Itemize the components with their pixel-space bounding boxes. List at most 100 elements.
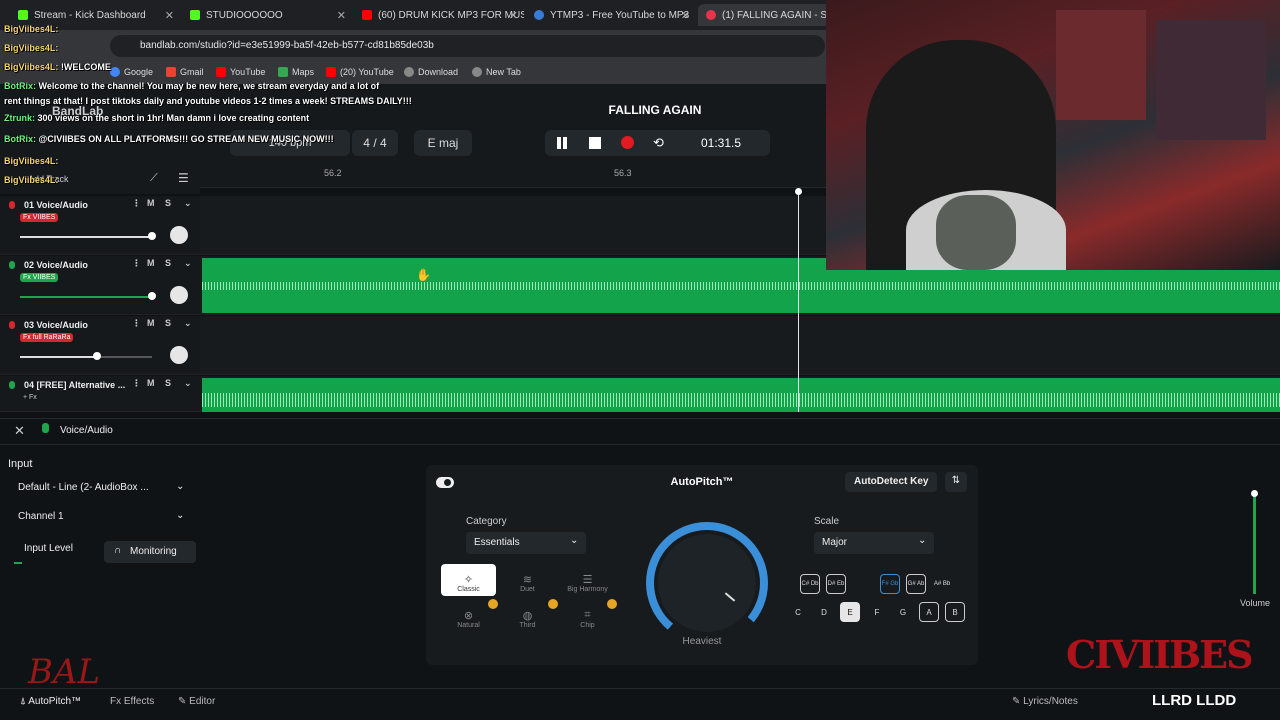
mute-button[interactable]: M bbox=[147, 198, 155, 208]
monitoring-button[interactable]: ∩ Monitoring bbox=[104, 541, 196, 563]
bookmark-gmail[interactable]: Gmail bbox=[166, 67, 204, 77]
track-header-02[interactable]: 02 Voice/Audio Fx VIIBES ⋮ M S ⌄ bbox=[0, 256, 200, 315]
input-device-select[interactable]: Default - Line (2- AudioBox ... ⌄ bbox=[8, 478, 194, 500]
more-icon[interactable]: ⋮ bbox=[132, 318, 141, 329]
mute-button[interactable]: M bbox=[147, 258, 155, 268]
solo-button[interactable]: S bbox=[165, 318, 171, 328]
track-header-03[interactable]: 03 Voice/Audio Fx full RaRaRa ⋮ M S ⌄ bbox=[0, 316, 200, 375]
effect-duet[interactable]: ≋ Duet bbox=[500, 564, 555, 596]
close-icon[interactable]: ✕ bbox=[165, 9, 174, 22]
tab-drum-kick[interactable]: (60) DRUM KICK MP3 FOR MUS ✕ bbox=[354, 4, 524, 26]
chevron-down-icon[interactable]: ⌄ bbox=[184, 378, 192, 389]
note-g-sharp[interactable]: G# Ab bbox=[906, 574, 926, 594]
bookmark-label: Maps bbox=[292, 67, 315, 77]
ruler-mark: 56.2 bbox=[324, 168, 342, 178]
note-f[interactable]: F bbox=[867, 602, 887, 622]
more-icon[interactable]: ⋮ bbox=[132, 378, 141, 389]
note-g[interactable]: G bbox=[893, 602, 913, 622]
lyrics-notes-button[interactable]: ✎ Lyrics/Notes bbox=[1012, 696, 1078, 707]
more-icon[interactable]: ⋮ bbox=[132, 198, 141, 209]
filter-icon[interactable]: ☰ bbox=[178, 171, 189, 185]
stop-icon[interactable] bbox=[589, 137, 601, 149]
tab-editor[interactable]: ✎ Editor bbox=[178, 696, 215, 707]
tab-effects[interactable]: Fx Effects bbox=[110, 696, 154, 707]
note-d-sharp[interactable]: D# Eb bbox=[826, 574, 846, 594]
playhead-handle[interactable] bbox=[795, 188, 802, 195]
track-lane-03[interactable] bbox=[200, 316, 1280, 375]
close-icon[interactable]: ✕ bbox=[14, 423, 25, 439]
fx-badge[interactable]: Fx full RaRaRa bbox=[20, 333, 74, 342]
effect-third[interactable]: ◍ Third bbox=[500, 600, 555, 632]
audio-clip[interactable] bbox=[202, 378, 1280, 412]
note-a-sharp[interactable]: A# Bb bbox=[932, 574, 952, 594]
time-signature[interactable]: 4 / 4 bbox=[352, 130, 398, 156]
tab-falling-again[interactable]: (1) FALLING AGAIN - Studio bbox=[698, 4, 838, 26]
pan-knob[interactable] bbox=[170, 286, 188, 304]
volume-handle[interactable] bbox=[1251, 490, 1258, 497]
playhead[interactable] bbox=[798, 190, 799, 412]
solo-button[interactable]: S bbox=[165, 198, 171, 208]
mute-button[interactable]: M bbox=[147, 378, 155, 388]
note-f-sharp[interactable]: F# Gb bbox=[880, 574, 900, 594]
category-label: Category bbox=[466, 516, 507, 527]
bookmark-youtube-20[interactable]: (20) YouTube bbox=[326, 67, 394, 77]
chevron-down-icon[interactable]: ⌄ bbox=[184, 258, 192, 269]
category-select[interactable]: Essentials ⌄ bbox=[466, 532, 586, 554]
volume-meter[interactable] bbox=[1253, 494, 1256, 594]
chevron-down-icon[interactable]: ⌄ bbox=[184, 198, 192, 209]
volume-slider[interactable] bbox=[20, 296, 152, 298]
url-input[interactable]: bandlab.com/studio?id=e3e51999-ba5f-42eb… bbox=[110, 35, 825, 57]
autopitch-toggle[interactable] bbox=[436, 477, 454, 488]
bookmark-maps[interactable]: Maps bbox=[278, 67, 314, 77]
effect-big-harmony[interactable]: ☰ Big Harmony bbox=[560, 564, 615, 596]
solo-button[interactable]: S bbox=[165, 258, 171, 268]
bookmark-new-tab[interactable]: New Tab bbox=[472, 67, 521, 77]
volume-slider-handle[interactable] bbox=[93, 352, 101, 360]
add-fx-button[interactable]: + Fx bbox=[20, 393, 40, 402]
solo-button[interactable]: S bbox=[165, 378, 171, 388]
key-display[interactable]: E maj bbox=[414, 130, 472, 156]
pan-knob[interactable] bbox=[170, 346, 188, 364]
volume-slider-handle[interactable] bbox=[148, 232, 156, 240]
premium-badge-icon bbox=[488, 599, 498, 609]
volume-slider[interactable] bbox=[20, 356, 152, 358]
pause-icon[interactable] bbox=[557, 137, 561, 149]
scale-select[interactable]: Major ⌄ bbox=[814, 532, 934, 554]
mute-button[interactable]: M bbox=[147, 318, 155, 328]
track-lane-04[interactable] bbox=[200, 376, 1280, 412]
bookmark-download[interactable]: Download bbox=[404, 67, 458, 77]
note-b[interactable]: B bbox=[945, 602, 965, 622]
heaviness-knob[interactable] bbox=[658, 534, 756, 632]
track-header-04[interactable]: 04 [FREE] Alternative ... + Fx ⋮ M S ⌄ bbox=[0, 376, 200, 412]
song-title[interactable]: FALLING AGAIN bbox=[560, 103, 750, 117]
note-e[interactable]: E bbox=[840, 602, 860, 622]
chevron-down-icon[interactable]: ⌄ bbox=[184, 318, 192, 329]
note-c[interactable]: C bbox=[788, 602, 808, 622]
channel-select[interactable]: Channel 1 ⌄ bbox=[8, 507, 194, 529]
close-icon[interactable]: ✕ bbox=[681, 9, 690, 22]
fx-badge[interactable]: Fx VIIBES bbox=[20, 273, 59, 282]
close-icon[interactable]: ✕ bbox=[509, 9, 518, 22]
close-icon[interactable]: ✕ bbox=[337, 9, 346, 22]
more-icon[interactable]: ⋮ bbox=[132, 258, 141, 269]
volume-slider-handle[interactable] bbox=[148, 292, 156, 300]
note-d[interactable]: D bbox=[814, 602, 834, 622]
tab-studio[interactable]: STUDIOOOOOO ✕ bbox=[182, 4, 352, 26]
bookmark-youtube[interactable]: YouTube bbox=[216, 67, 265, 77]
autodetect-key-button[interactable]: AutoDetect Key bbox=[845, 472, 937, 492]
note-a[interactable]: A bbox=[919, 602, 939, 622]
tab-ytmp3[interactable]: YTMP3 - Free YouTube to MP3 ✕ bbox=[526, 4, 696, 26]
settings-sliders-icon[interactable]: ⇅ bbox=[945, 472, 967, 492]
loop-icon[interactable]: ⟲ bbox=[653, 135, 664, 151]
fx-badge[interactable]: Fx VIIBES bbox=[20, 213, 59, 222]
wand-icon[interactable]: ⟋ bbox=[150, 172, 158, 185]
pan-knob[interactable] bbox=[170, 226, 188, 244]
volume-slider[interactable] bbox=[20, 236, 152, 238]
track-header-01[interactable]: 01 Voice/Audio Fx VIIBES ⋮ M S ⌄ bbox=[0, 196, 200, 255]
tab-kick-dashboard[interactable]: Stream - Kick Dashboard ✕ bbox=[10, 4, 180, 26]
bookmark-google[interactable]: Google bbox=[110, 67, 153, 77]
tab-autopitch[interactable]: ⍋ AutoPitch™ bbox=[20, 696, 81, 707]
note-c-sharp[interactable]: C# Db bbox=[800, 574, 820, 594]
record-icon[interactable] bbox=[621, 136, 634, 149]
effect-classic[interactable]: ✧ Classic bbox=[441, 564, 496, 596]
